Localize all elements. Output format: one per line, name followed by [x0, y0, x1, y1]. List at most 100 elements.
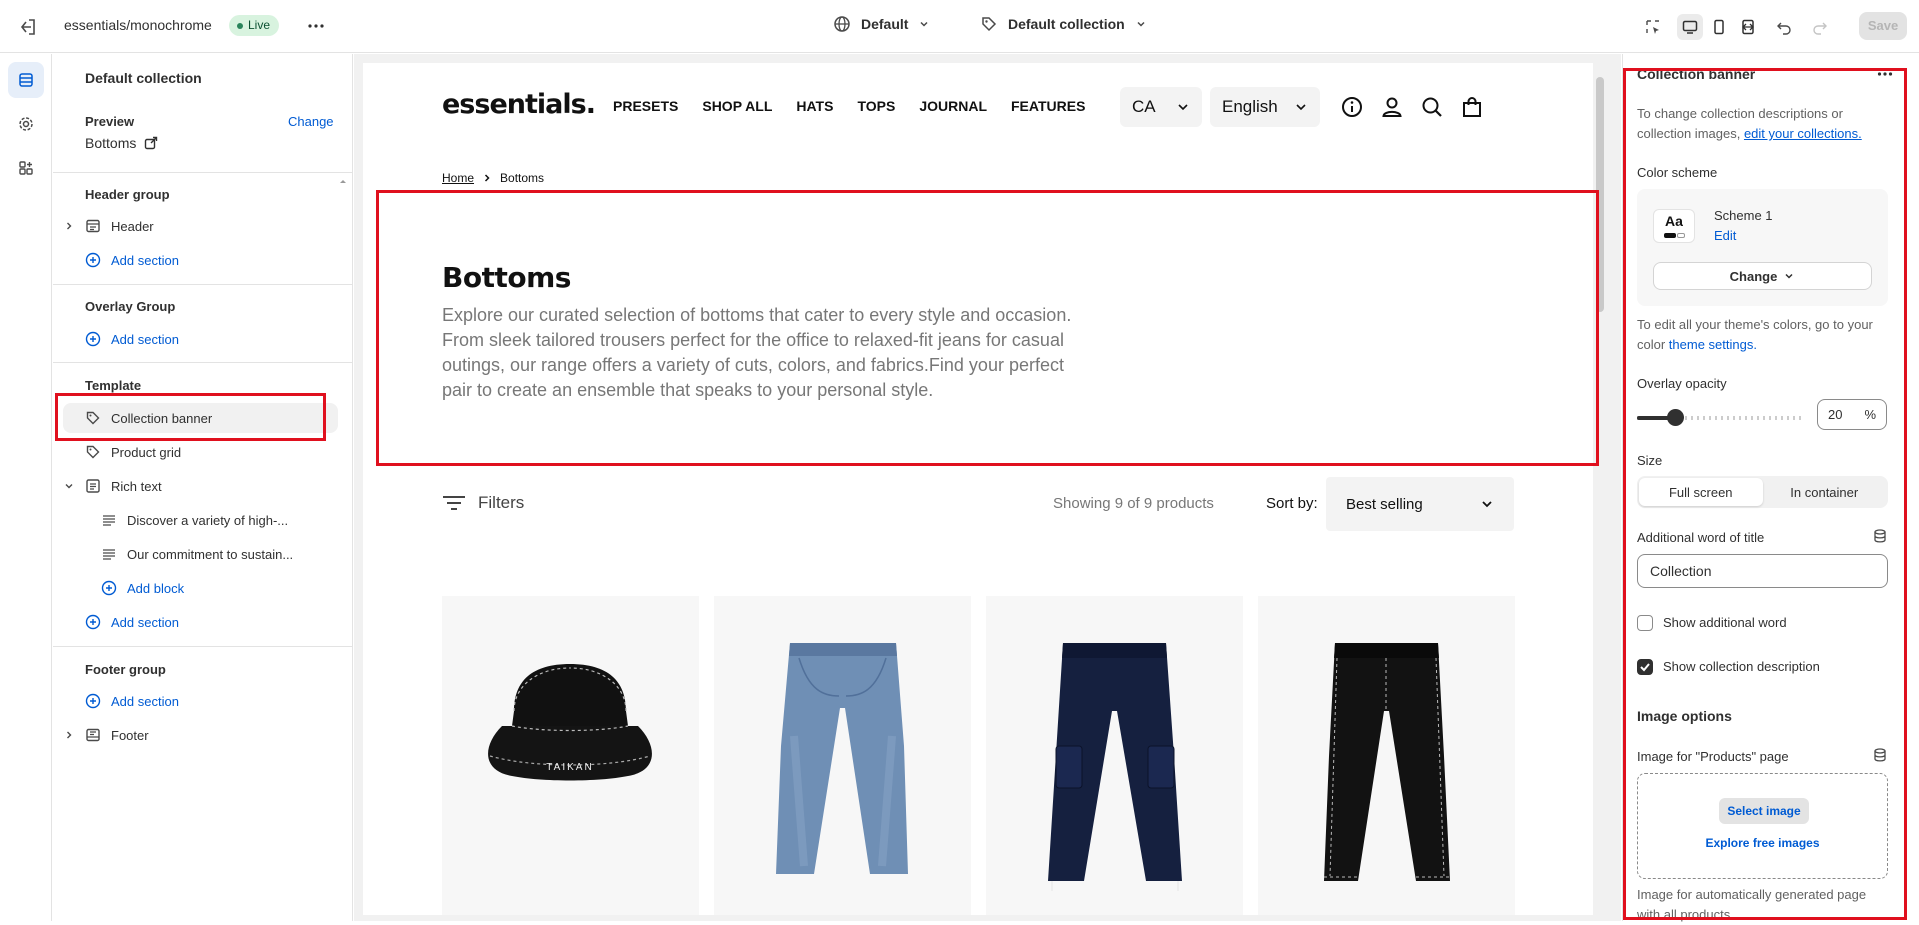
- scheme-change-button[interactable]: Change: [1653, 262, 1872, 290]
- additional-word-input[interactable]: Collection: [1637, 554, 1888, 588]
- theme-settings-link[interactable]: theme settings.: [1669, 337, 1757, 352]
- save-button[interactable]: Save: [1859, 12, 1907, 40]
- section-product-grid[interactable]: Product grid: [63, 437, 338, 467]
- inspector-icon[interactable]: [1640, 14, 1666, 40]
- add-block-label: Add block: [127, 580, 185, 596]
- collection-info-text: To change collection descriptions or col…: [1637, 104, 1892, 144]
- country-select[interactable]: CA: [1120, 87, 1202, 127]
- store-path: essentials/monochrome: [64, 17, 212, 33]
- block-rich-text-1[interactable]: Discover a variety of high-...: [91, 505, 338, 535]
- show-collection-description-label: Show collection description: [1663, 659, 1820, 674]
- product-card[interactable]: [1258, 596, 1515, 915]
- desktop-view-icon[interactable]: [1677, 14, 1703, 40]
- account-icon[interactable]: [1381, 96, 1403, 118]
- plus-circle-icon: [83, 612, 103, 632]
- overlay-opacity-input[interactable]: 20 %: [1817, 399, 1887, 430]
- sort-select[interactable]: Best selling: [1326, 477, 1514, 531]
- preview-value-label: Bottoms: [85, 135, 137, 151]
- product-card[interactable]: [986, 596, 1243, 915]
- theme-selector-label: Default: [861, 16, 909, 32]
- more-actions-icon[interactable]: [1875, 64, 1895, 84]
- add-block-button[interactable]: Add block: [91, 573, 338, 603]
- scheme-name: Scheme 1: [1714, 208, 1773, 223]
- size-in-container[interactable]: In container: [1763, 478, 1887, 506]
- section-product-grid-label: Product grid: [111, 444, 182, 460]
- tag-icon: [83, 408, 103, 428]
- block-rich-text-2[interactable]: Our commitment to sustain...: [91, 539, 338, 569]
- text-lines-icon: [99, 544, 119, 564]
- filters-label: Filters: [478, 493, 525, 512]
- chevron-down-icon: [1482, 501, 1492, 508]
- preview-scroll-thumb[interactable]: [1596, 77, 1604, 312]
- tag-icon: [83, 442, 103, 462]
- text-lines-icon: [99, 510, 119, 530]
- product-card[interactable]: TAIKAN: [442, 596, 699, 915]
- nav-item-presets[interactable]: PRESETS: [613, 98, 678, 114]
- full-width-view-icon[interactable]: [1735, 14, 1761, 40]
- divider: [53, 284, 352, 285]
- panel-scrollbar[interactable]: [338, 176, 348, 921]
- product-card[interactable]: [714, 596, 971, 915]
- chevron-right-icon[interactable]: [63, 729, 75, 741]
- undo-icon[interactable]: [1771, 14, 1797, 40]
- show-collection-description-checkbox[interactable]: [1637, 659, 1653, 675]
- overlay-slider-handle[interactable]: [1667, 409, 1684, 426]
- template-selector[interactable]: Default collection: [980, 15, 1147, 33]
- jeans-image: [776, 643, 908, 874]
- filters-button[interactable]: Filters: [442, 493, 524, 513]
- theme-selector[interactable]: Default: [833, 15, 930, 33]
- preview-value[interactable]: Bottoms: [85, 135, 158, 151]
- add-section-button[interactable]: Add section: [63, 686, 338, 716]
- site-logo[interactable]: essentials.: [442, 89, 596, 120]
- redo-icon[interactable]: [1807, 14, 1833, 40]
- section-rich-text[interactable]: Rich text: [63, 471, 338, 501]
- size-full-screen[interactable]: Full screen: [1639, 478, 1763, 506]
- nav-item-tops[interactable]: TOPS: [857, 98, 895, 114]
- cart-icon[interactable]: [1461, 96, 1483, 118]
- dynamic-source-icon[interactable]: [1872, 528, 1888, 544]
- show-additional-word-checkbox[interactable]: [1637, 615, 1653, 631]
- exit-icon[interactable]: [16, 15, 40, 39]
- live-badge: Live: [229, 15, 280, 36]
- apps-icon[interactable]: [8, 150, 44, 186]
- language-select[interactable]: English: [1210, 87, 1320, 127]
- divider: [53, 362, 352, 363]
- preview-scrollbar[interactable]: [1593, 63, 1607, 915]
- more-actions-icon[interactable]: [304, 14, 328, 38]
- additional-word-label: Additional word of title: [1637, 530, 1765, 545]
- scheme-swatch-aa: Aa: [1665, 213, 1683, 229]
- dynamic-source-icon[interactable]: [1872, 747, 1888, 763]
- scheme-change-label: Change: [1729, 268, 1778, 284]
- preview-change-link[interactable]: Change: [288, 114, 334, 129]
- divider: [53, 172, 352, 173]
- theme-settings-icon[interactable]: [8, 106, 44, 142]
- add-section-button[interactable]: Add section: [63, 607, 338, 637]
- nav-item-hats[interactable]: HATS: [796, 98, 833, 114]
- section-footer[interactable]: Footer: [63, 720, 338, 750]
- explore-free-images-link[interactable]: Explore free images: [1638, 836, 1887, 850]
- add-section-button[interactable]: Add section: [63, 324, 338, 354]
- plus-circle-icon: [83, 250, 103, 270]
- section-header[interactable]: Header: [63, 211, 338, 241]
- add-section-button[interactable]: Add section: [63, 245, 338, 275]
- chevron-right-icon[interactable]: [63, 220, 75, 232]
- search-icon[interactable]: [1421, 96, 1443, 118]
- plus-circle-icon: [83, 691, 103, 711]
- scheme-edit-link[interactable]: Edit: [1714, 228, 1736, 243]
- breadcrumb-home[interactable]: Home: [442, 171, 474, 185]
- nav-item-features[interactable]: FEATURES: [1011, 98, 1085, 114]
- sections-icon[interactable]: [8, 62, 44, 98]
- chevron-down-icon[interactable]: [63, 480, 75, 492]
- info-icon[interactable]: [1341, 96, 1363, 118]
- nav-item-shop-all[interactable]: SHOP ALL: [702, 98, 772, 114]
- select-image-button[interactable]: Select image: [1719, 798, 1809, 824]
- section-header-label: Header: [111, 218, 154, 234]
- mobile-view-icon[interactable]: [1706, 14, 1732, 40]
- breadcrumb: Home Bottoms: [442, 171, 544, 185]
- breadcrumb-current: Bottoms: [500, 171, 545, 185]
- nav-item-journal[interactable]: JOURNAL: [919, 98, 987, 114]
- text-block-icon: [83, 476, 103, 496]
- section-collection-banner[interactable]: Collection banner: [63, 403, 338, 433]
- edit-collections-link[interactable]: edit your collections.: [1744, 126, 1862, 141]
- template-selector-label: Default collection: [1008, 16, 1125, 32]
